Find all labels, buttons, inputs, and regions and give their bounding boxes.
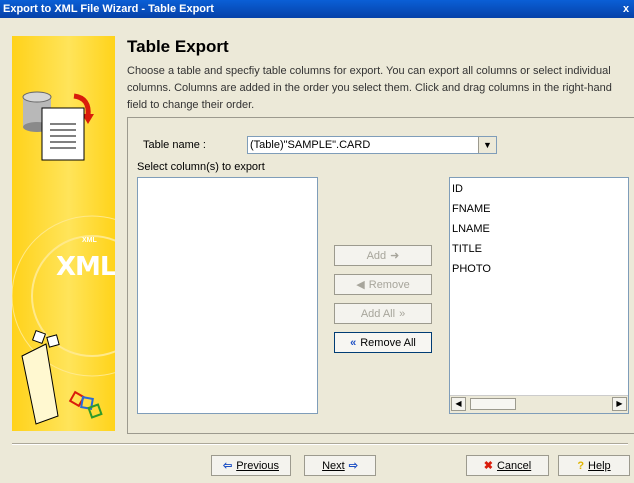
cancel-button-label: Cancel	[496, 459, 532, 472]
arrow-left-icon: ⇦	[222, 460, 233, 472]
previous-button-label: Previous	[236, 459, 279, 472]
window-title: Export to XML File Wizard - Table Export	[3, 3, 214, 15]
horizontal-scrollbar[interactable]: ◀ ▶	[450, 395, 628, 413]
cancel-button[interactable]: ✖ Cancel	[466, 455, 549, 476]
xml-illustration	[12, 91, 115, 425]
list-item[interactable]: PHOTO	[452, 259, 491, 279]
scrollbar-thumb[interactable]	[470, 398, 516, 410]
add-button[interactable]: Add ➜	[334, 245, 432, 266]
remove-all-button[interactable]: « Remove All	[334, 332, 432, 353]
page-title: Table Export	[127, 37, 229, 56]
double-arrow-right-icon: »	[399, 307, 406, 320]
list-item[interactable]: LNAME	[452, 219, 490, 239]
remove-all-button-label: Remove All	[360, 336, 416, 349]
list-item[interactable]: ID	[452, 179, 463, 199]
arrow-right-icon: ⇨	[348, 460, 358, 472]
footer-divider	[12, 443, 628, 445]
arrow-left-icon: ◀	[356, 279, 365, 291]
double-arrow-left-icon: «	[350, 336, 357, 349]
wizard-banner: XML XML	[12, 36, 115, 431]
cancel-x-icon: ✖	[483, 460, 493, 472]
banner-small-text: XML	[82, 237, 97, 244]
select-columns-label: Select column(s) to export	[137, 161, 265, 173]
next-button-label: Next	[322, 459, 345, 472]
table-name-label: Table name :	[143, 139, 206, 151]
page-description: Choose a table and specfiy table columns…	[127, 65, 612, 111]
banner-xml-text: XML	[56, 252, 115, 282]
help-icon: ?	[577, 459, 585, 472]
add-button-label: Add	[366, 249, 387, 262]
add-all-button[interactable]: Add All »	[334, 303, 432, 324]
list-item[interactable]: FNAME	[452, 199, 491, 219]
close-icon[interactable]: x	[620, 0, 632, 18]
selected-columns-list[interactable]: ID FNAME LNAME TITLE PHOTO ◀ ▶	[449, 177, 629, 414]
next-button[interactable]: Next ⇨	[304, 455, 376, 476]
chevron-down-icon[interactable]: ▼	[478, 137, 496, 153]
remove-button[interactable]: ◀ Remove	[334, 274, 432, 295]
add-all-button-label: Add All	[360, 307, 396, 320]
help-button-label: Help	[588, 459, 611, 472]
scroll-left-icon[interactable]: ◀	[451, 397, 466, 411]
table-name-value: (Table)"SAMPLE".CARD	[250, 139, 371, 151]
list-item[interactable]: TITLE	[452, 239, 482, 259]
available-columns-list[interactable]	[137, 177, 318, 414]
arrow-right-icon: ➜	[390, 250, 400, 262]
help-button[interactable]: ? Help	[558, 455, 630, 476]
previous-button[interactable]: ⇦ Previous	[211, 455, 291, 476]
scroll-right-icon[interactable]: ▶	[612, 397, 627, 411]
table-name-dropdown[interactable]: (Table)"SAMPLE".CARD ▼	[247, 136, 497, 154]
window-titlebar: Export to XML File Wizard - Table Export…	[0, 0, 634, 18]
remove-button-label: Remove	[368, 278, 410, 291]
